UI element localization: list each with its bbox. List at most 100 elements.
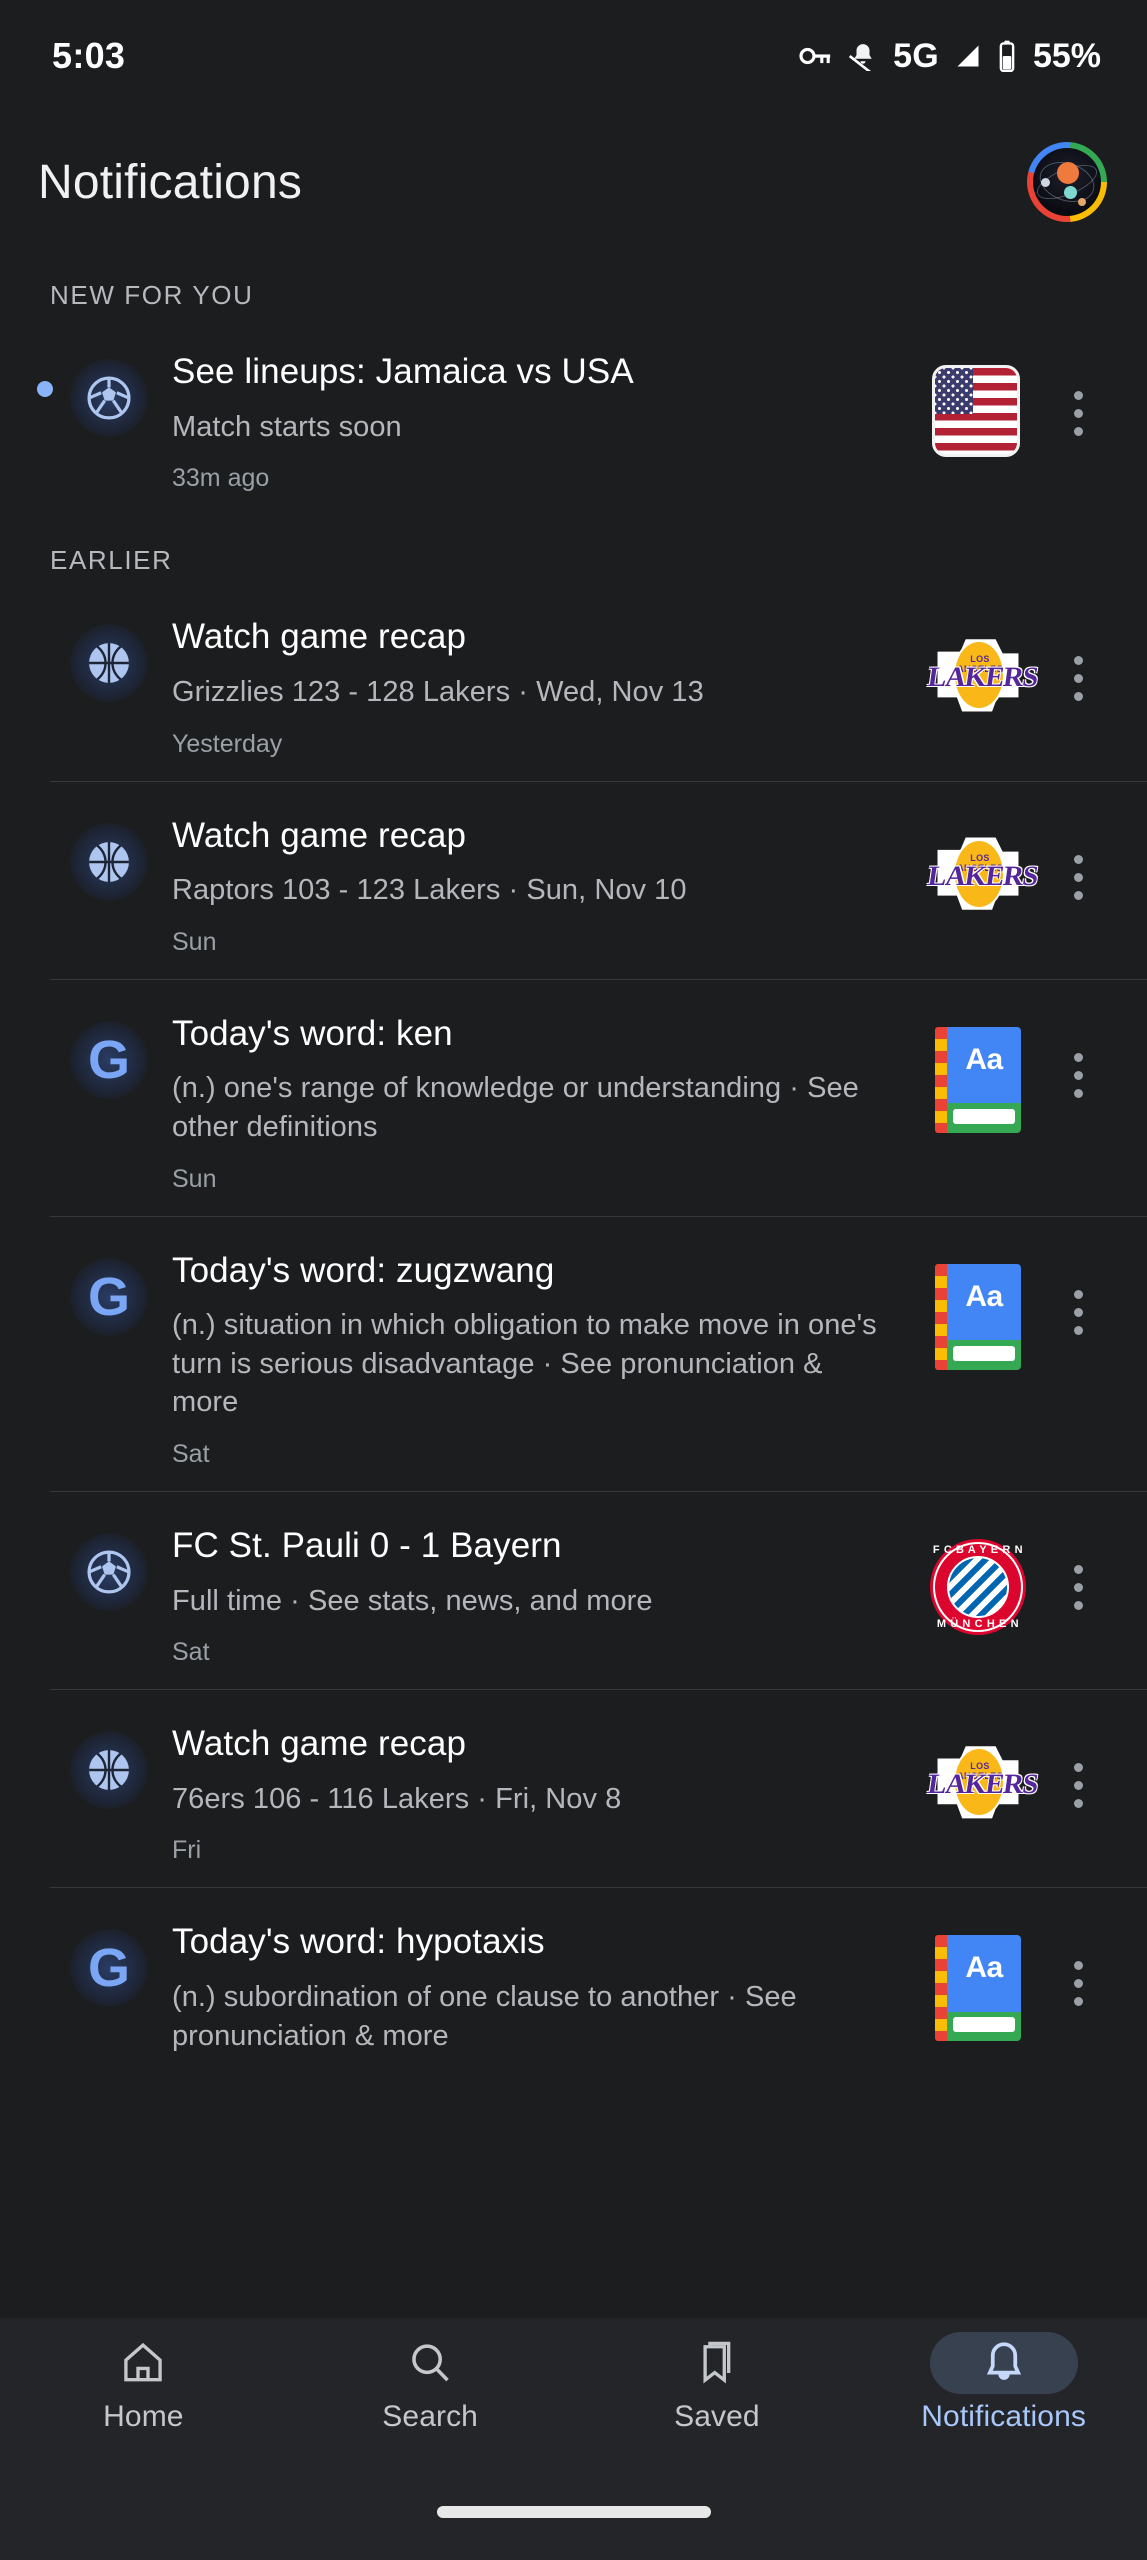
status-time: 5:03 — [52, 35, 126, 76]
soccer-ball-icon — [70, 1532, 148, 1611]
notification-item[interactable]: FC St. Pauli 0 - 1 Bayern Full time · Se… — [0, 1490, 1147, 1689]
overflow-menu-button[interactable] — [1043, 339, 1113, 436]
kebab-dot — [1073, 1088, 1083, 1098]
kebab-dot — [1073, 427, 1083, 436]
notification-body: Raptors 103 - 123 Lakers · Sun, Nov 10 — [172, 874, 687, 907]
avatar-planet-1 — [1057, 162, 1079, 184]
kebab-dot — [1073, 1763, 1083, 1773]
book-page — [953, 2017, 1015, 2033]
google-g-icon: G — [70, 1257, 148, 1336]
notification-time: Yesterday — [172, 729, 283, 758]
notifications-list[interactable]: NEW FOR YOU See lineups: Jamaica vs USA … — [0, 252, 1147, 2318]
gesture-pill — [436, 2506, 711, 2518]
unread-dot — [37, 381, 53, 397]
unread-indicator-column — [28, 1513, 62, 1555]
nav-pill-saved — [643, 2332, 791, 2394]
nav-label-home: Home — [103, 2400, 184, 2433]
overflow-menu-button[interactable] — [1043, 1238, 1113, 1335]
notification-title: Today's word: ken — [172, 1013, 453, 1053]
google-g-icon: G — [70, 1020, 148, 1099]
home-icon — [124, 2342, 163, 2382]
nav-item-home[interactable]: Home — [53, 2332, 233, 2434]
avatar[interactable] — [1027, 142, 1107, 222]
home-gesture-bar[interactable] — [0, 2496, 1147, 2560]
notification-item[interactable]: G Today's word: hypotaxis (n.) subordina… — [0, 1887, 1147, 2077]
notification-item[interactable]: See lineups: Jamaica vs USA Match starts… — [0, 317, 1147, 515]
thumbnail-column: Aa — [913, 1001, 1043, 1133]
unread-indicator-column — [28, 1909, 62, 1951]
notification-item[interactable]: Watch game recap Grizzlies 123 - 128 Lak… — [0, 582, 1147, 780]
bayern-diamond-center — [947, 1555, 1009, 1618]
nav-item-search[interactable]: Search — [340, 2332, 520, 2434]
nav-label-saved: Saved — [674, 2400, 760, 2433]
kebab-dot — [1073, 409, 1083, 418]
notification-time: Fri — [172, 1836, 202, 1865]
basketball-icon — [70, 1731, 148, 1810]
kebab-dot — [1073, 1997, 1083, 2007]
kebab-dot — [1073, 1070, 1083, 1080]
nav-item-notifications[interactable]: Notifications — [914, 2332, 1094, 2434]
notification-title: Watch game recap — [172, 815, 467, 855]
nav-item-saved[interactable]: Saved — [627, 2332, 807, 2434]
network-type-label: 5G — [893, 36, 939, 75]
notification-title: Watch game recap — [172, 617, 467, 657]
overflow-menu-button[interactable] — [1043, 1001, 1113, 1098]
notification-item[interactable]: Watch game recap 76ers 106 - 116 Lakers … — [0, 1689, 1147, 1887]
notifications-screen: 5:03 5G 55% Notifications NEW FOR YOU Se… — [0, 0, 1147, 2560]
book-aa-glyph: Aa — [965, 1279, 1003, 1313]
overflow-menu-button[interactable] — [1043, 803, 1113, 900]
page-title: Notifications — [38, 155, 303, 209]
battery-percent-label: 55% — [1032, 36, 1101, 75]
thumbnail-column: LOS ANGELES LAKERS — [913, 604, 1043, 722]
unread-indicator-column — [28, 339, 62, 397]
kebab-dot — [1073, 1961, 1083, 1971]
kebab-dot — [1073, 656, 1083, 666]
overflow-menu-button[interactable] — [1043, 604, 1113, 702]
overflow-menu-button[interactable] — [1043, 1711, 1113, 1809]
kebab-dot — [1073, 1564, 1083, 1574]
overflow-menu-button[interactable] — [1043, 1513, 1113, 1610]
key-icon — [799, 43, 833, 69]
kebab-dot — [1073, 1289, 1083, 1299]
notification-item[interactable]: G Today's word: zugzwang (n.) situation … — [0, 1215, 1147, 1491]
usa-flag-icon — [932, 365, 1020, 457]
notification-time: 33m ago — [172, 464, 270, 493]
kebab-dot — [1073, 854, 1083, 864]
thumbnail-column: LOS ANGELES LAKERS — [913, 803, 1043, 921]
notification-body: (n.) subordination of one clause to anot… — [172, 1981, 797, 2052]
thumbnail-column — [913, 339, 1043, 457]
unread-indicator-column — [28, 604, 62, 646]
signal-icon — [953, 42, 983, 70]
thumbnail-column: Aa — [913, 1238, 1043, 1370]
overflow-menu-button[interactable] — [1043, 1909, 1113, 2007]
nav-pill-notifications — [929, 2332, 1078, 2394]
kebab-dot — [1073, 872, 1083, 882]
notification-time: Sat — [172, 1638, 210, 1667]
section-header-earlier: EARLIER — [50, 545, 173, 576]
source-icon-column: G — [62, 1001, 156, 1099]
source-icon-column — [62, 803, 156, 901]
notification-time: Sat — [172, 1439, 210, 1468]
nav-pill-home — [69, 2332, 217, 2394]
notification-time: Sun — [172, 927, 217, 956]
bayern-top-text: F C B A Y E R N — [932, 1543, 1024, 1556]
notification-item[interactable]: Watch game recap Raptors 103 - 123 Laker… — [0, 780, 1147, 979]
dictionary-book-thumbnail: Aa — [935, 1935, 1021, 2042]
book-aa-glyph: Aa — [965, 1951, 1003, 1985]
kebab-dot — [1073, 1052, 1083, 1062]
kebab-dot — [1073, 391, 1083, 400]
notification-body: (n.) one's range of knowledge or underst… — [172, 1072, 859, 1143]
book-aa-glyph: Aa — [965, 1042, 1003, 1076]
dictionary-book-thumbnail: Aa — [935, 1026, 1021, 1133]
notification-item[interactable]: G Today's word: ken (n.) one's range of … — [0, 978, 1147, 1216]
source-icon-column: G — [62, 1238, 156, 1336]
bayern-bottom-text: M Ü N C H E N — [936, 1617, 1020, 1630]
bottom-navigation-bar: Home Search Saved Notifications — [0, 2318, 1147, 2496]
lakers-wordmark: LAKERS — [925, 662, 1040, 694]
lakers-logo-thumbnail: LOS ANGELES LAKERS — [926, 1737, 1039, 1829]
nav-label-search: Search — [382, 2400, 478, 2433]
lakers-wordmark: LAKERS — [925, 860, 1040, 892]
source-icon-column — [62, 339, 156, 437]
google-g-glyph: G — [87, 1029, 130, 1090]
notification-body: Match starts soon — [172, 410, 402, 443]
